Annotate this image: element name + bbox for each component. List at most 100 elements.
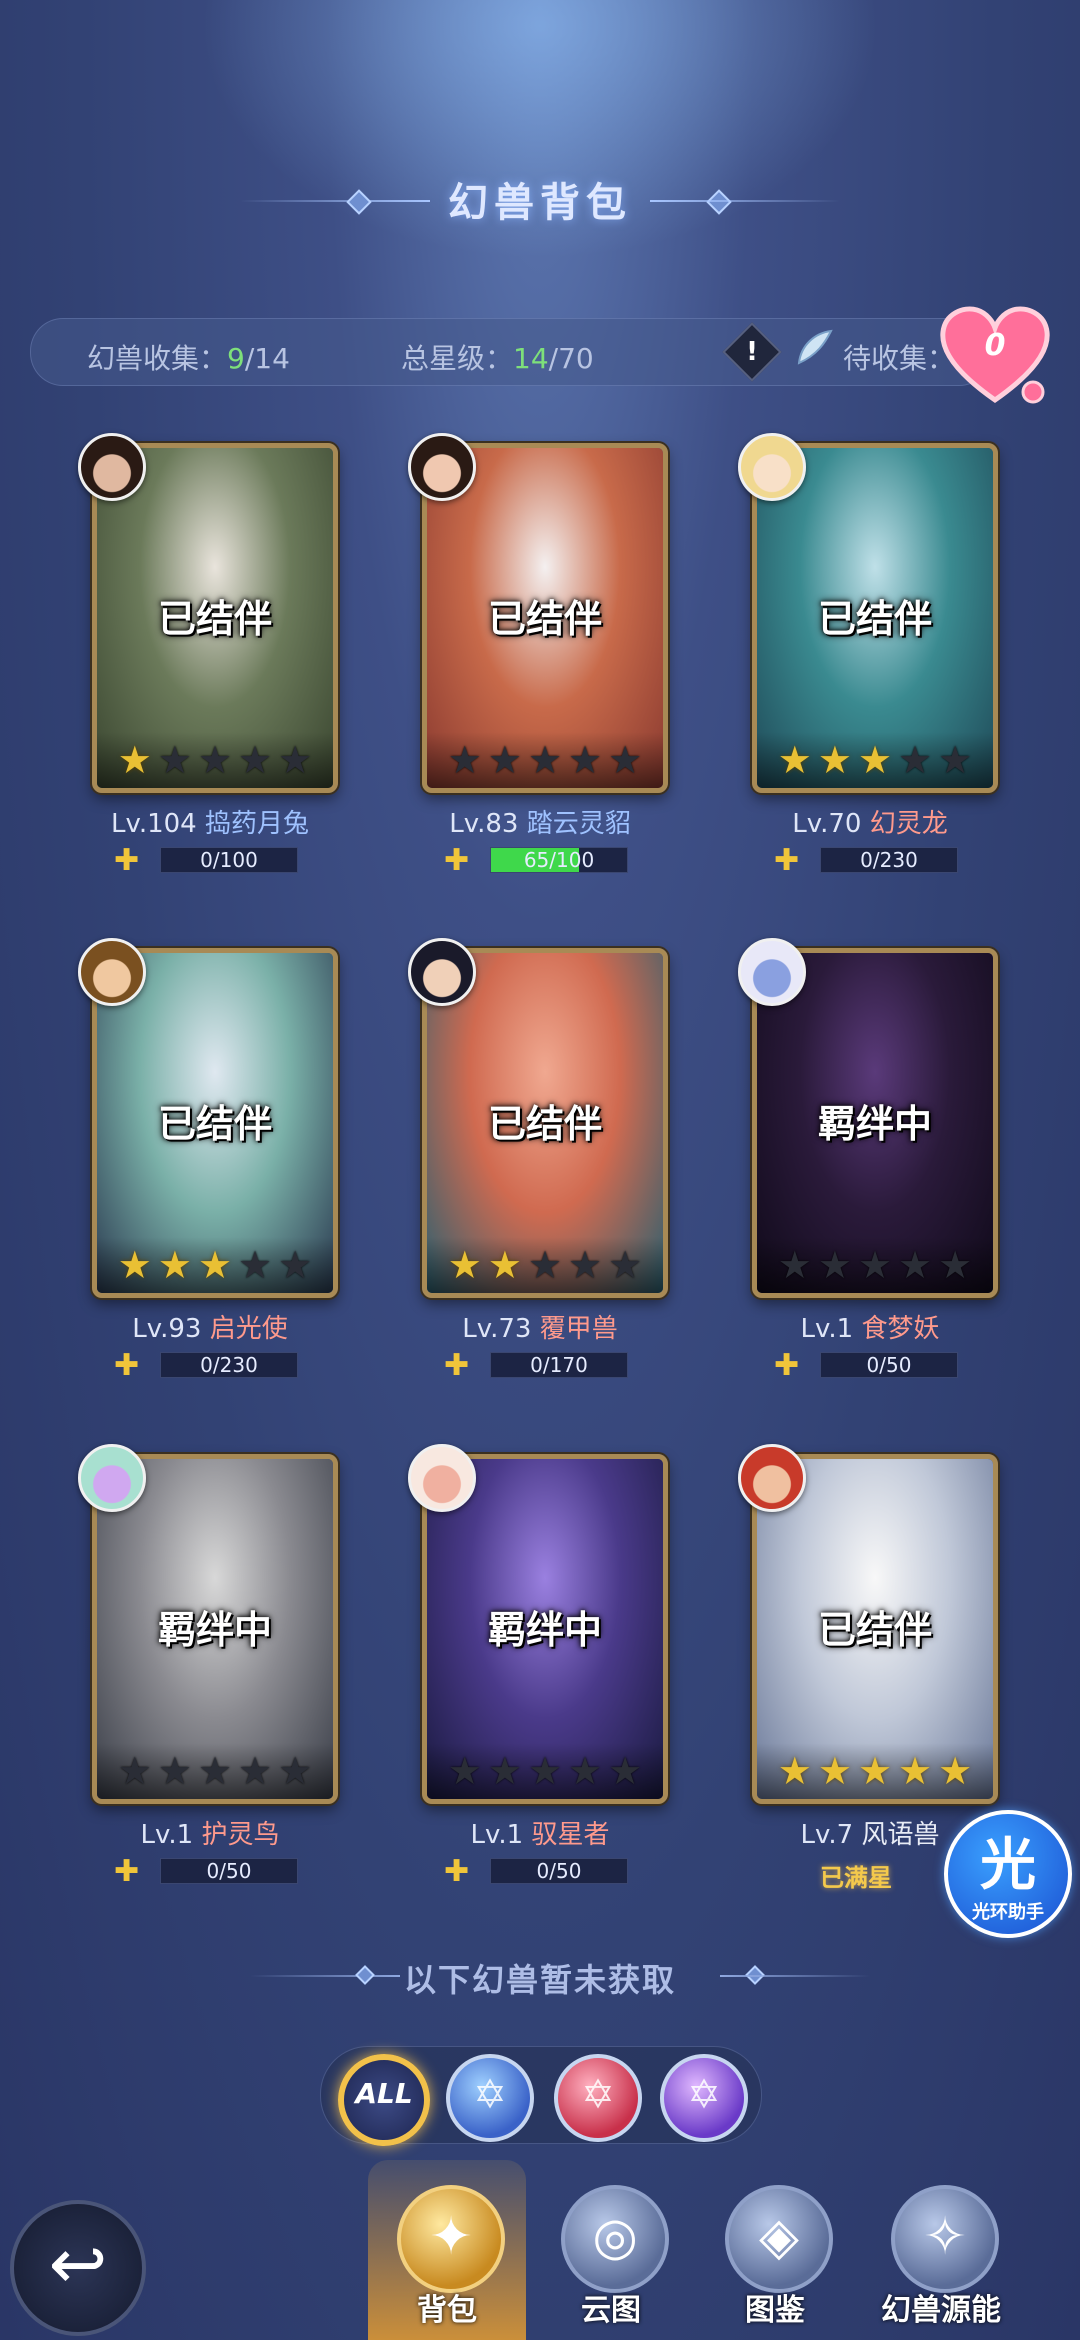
star-icon: ★ (938, 738, 973, 782)
heart-count: 0 (984, 328, 1006, 363)
star-icon: ★ (608, 1243, 643, 1287)
bond-status: 已结伴 (817, 597, 932, 641)
star-icon: ★ (568, 738, 603, 782)
star-icon: ★ (777, 738, 812, 782)
progress-text: 0/230 (200, 1353, 258, 1377)
star-icon: ★ (238, 1749, 273, 1793)
star-icon: ★ (817, 1243, 852, 1287)
nav-label-backpack: 背包 (417, 2293, 477, 2328)
star-icon: ★ (157, 1243, 192, 1287)
pet-name: 覆甲兽 (539, 1314, 618, 1344)
pet-name: 护灵鸟 (201, 1820, 280, 1850)
pet-name: 驭星者 (531, 1820, 610, 1850)
pet-label: Lv.1 食梦妖 (705, 1308, 1035, 1345)
nav-label-beast-source: 幻兽源能 (881, 2293, 1001, 2328)
progress-bar: 65/100 (490, 847, 628, 873)
back-arrow-icon: ↩ (48, 2223, 108, 2305)
stars-stat: 总星级：14/70 (401, 337, 594, 377)
stars-total: /70 (548, 342, 594, 375)
star-icon: ★ (857, 1749, 893, 1793)
star-icon: ★ (608, 1749, 643, 1793)
star-icon: ★ (777, 1243, 812, 1287)
pet-level: Lv.83 (449, 809, 519, 839)
star-rating: ★ ★ ★ ★ ★ (757, 1237, 993, 1293)
nav-tab-beast-source[interactable]: ✧ 幻兽源能 (866, 2185, 1016, 2335)
pet-level: Lv.1 (800, 1314, 854, 1344)
warning-icon[interactable]: ! (722, 322, 782, 382)
filter-purple-gem-button[interactable]: ✡ (660, 2054, 748, 2142)
bond-status: 已结伴 (817, 1608, 932, 1652)
aura-helper-button[interactable]: 光 光环助手 (944, 1810, 1072, 1938)
filter-all-label: ALL (355, 2077, 413, 2110)
star-icon: ★ (487, 1749, 522, 1793)
pet-level: Lv.1 (470, 1820, 524, 1850)
progress-bar: 0/50 (820, 1352, 958, 1378)
star-rating: ★ ★ ★ ★ ★ (97, 1743, 333, 1799)
bond-status: 已结伴 (157, 1102, 272, 1146)
puzzle-piece-icon: ✚ (774, 1348, 800, 1383)
pet-label: Lv.73 覆甲兽 (375, 1308, 705, 1345)
cloud-map-glyph: ◎ (592, 2207, 638, 2267)
hexagram-icon: ✡ (581, 2072, 615, 2118)
beast-source-glyph: ✧ (923, 2207, 967, 2267)
nav-tab-backpack[interactable]: ✦ 背包 (372, 2185, 522, 2335)
collect-total: /14 (244, 342, 290, 375)
star-icon: ★ (157, 738, 192, 782)
pet-label: Lv.1 驭星者 (375, 1814, 705, 1851)
star-icon: ★ (238, 1243, 273, 1287)
pet-name: 踏云灵貂 (526, 809, 631, 839)
star-icon: ★ (117, 1749, 152, 1793)
pet-label: Lv.70 幻灵龙 (705, 803, 1035, 840)
pet-name: 捣药月兔 (205, 809, 310, 839)
owner-avatar (408, 433, 476, 501)
collect-have: 9 (227, 342, 245, 375)
progress-bar: 0/100 (160, 847, 298, 873)
pet-level: Lv.70 (792, 809, 862, 839)
star-icon: ★ (527, 738, 563, 782)
star-icon: ★ (487, 738, 522, 782)
pet-name: 风语兽 (861, 1820, 940, 1850)
puzzle-piece-icon: ✚ (114, 1854, 140, 1889)
owner-avatar (408, 1444, 476, 1512)
cloud-map-icon: ◎ (561, 2185, 669, 2293)
nav-tab-encyclopedia[interactable]: ◈ 图鉴 (700, 2185, 850, 2335)
star-icon: ★ (278, 1243, 313, 1287)
nav-tab-cloud-map[interactable]: ◎ 云图 (536, 2185, 686, 2335)
star-rating: ★ ★ ★ ★ ★ (757, 1743, 993, 1799)
pet-label: Lv.1 护灵鸟 (45, 1814, 375, 1851)
star-rating: ★ ★ ★ ★ ★ (427, 732, 663, 788)
bond-status: 已结伴 (487, 597, 602, 641)
collect-label: 幻兽收集： (87, 342, 228, 375)
backpack-glyph: ✦ (429, 2207, 473, 2267)
owner-avatar (78, 1444, 146, 1512)
pet-level: Lv.93 (132, 1314, 202, 1344)
back-button[interactable]: ↩ (10, 2200, 146, 2336)
progress-bar: 0/50 (490, 1858, 628, 1884)
puzzle-piece-icon: ✚ (114, 843, 140, 878)
star-icon: ★ (117, 1243, 152, 1287)
star-icon: ★ (817, 1749, 852, 1793)
owner-avatar (738, 938, 806, 1006)
star-icon: ★ (157, 1749, 192, 1793)
star-icon: ★ (857, 1243, 893, 1287)
owner-avatar (738, 1444, 806, 1512)
owner-avatar (78, 938, 146, 1006)
filter-red-gem-button[interactable]: ✡ (554, 2054, 642, 2142)
pet-name: 幻灵龙 (869, 809, 948, 839)
encyclopedia-glyph: ◈ (759, 2207, 799, 2267)
bond-status: 羁绊中 (817, 1102, 932, 1146)
filter-blue-gem-button[interactable]: ✡ (446, 2054, 534, 2142)
pet-label: Lv.93 启光使 (45, 1308, 375, 1345)
star-icon: ★ (238, 738, 273, 782)
helper-label: 光环助手 (972, 1902, 1044, 1923)
star-icon: ★ (487, 1243, 522, 1287)
progress-bar: 0/170 (490, 1352, 628, 1378)
warning-symbol: ! (746, 337, 758, 367)
star-icon: ★ (608, 738, 643, 782)
star-icon: ★ (777, 1749, 812, 1793)
filter-all-button[interactable]: ALL (338, 2054, 430, 2146)
star-icon: ★ (197, 1243, 233, 1287)
progress-text: 0/100 (200, 848, 258, 872)
star-rating: ★ ★ ★ ★ ★ (427, 1743, 663, 1799)
beast-source-icon: ✧ (891, 2185, 999, 2293)
